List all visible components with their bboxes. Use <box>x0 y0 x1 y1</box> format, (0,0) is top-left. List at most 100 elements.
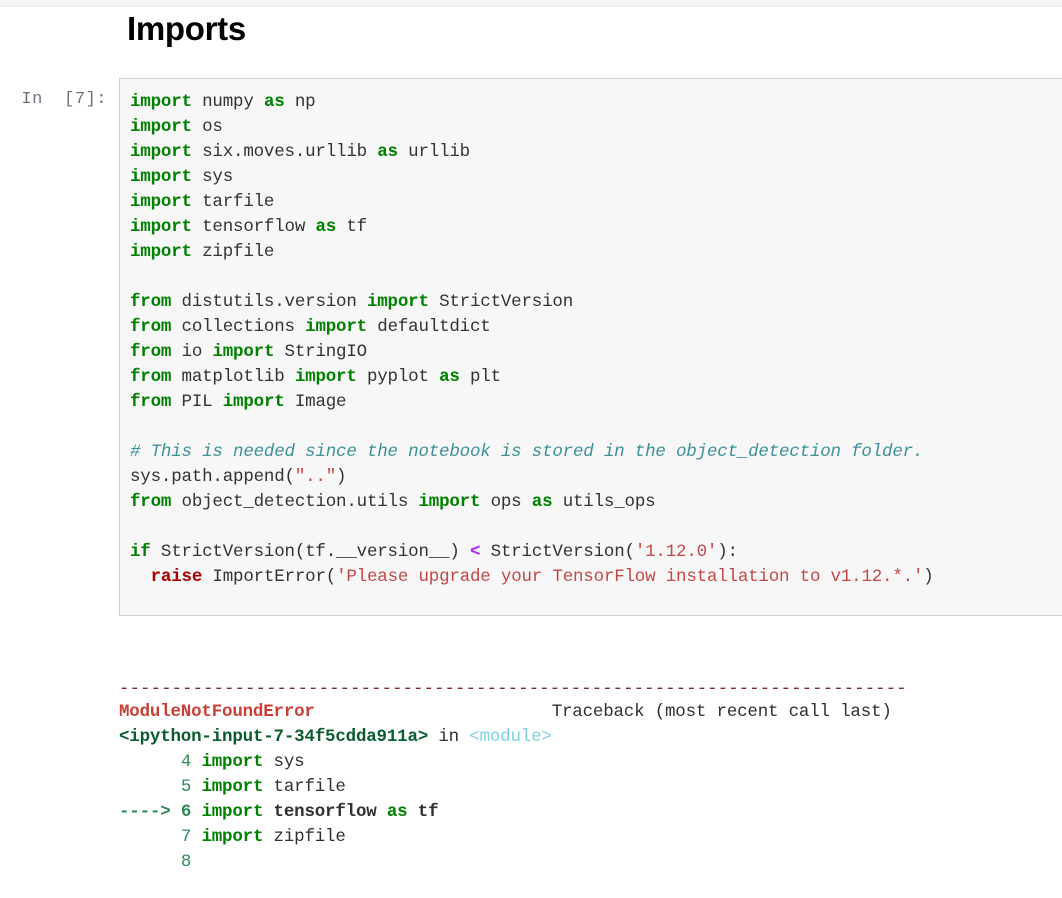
token-as: as <box>439 367 460 387</box>
token-from: from <box>130 317 172 337</box>
traceback-gap <box>191 777 201 797</box>
traceback-token-text: zipfile <box>263 827 346 847</box>
token-text: utils_ops <box>552 492 656 512</box>
token-from: from <box>130 392 172 412</box>
token-as: as <box>377 142 398 162</box>
token-text: distutils.version <box>171 292 367 312</box>
token-import: import <box>130 167 192 187</box>
token-operator: < <box>469 542 481 562</box>
token-string: '1.12.0' <box>634 542 718 562</box>
token-import: import <box>130 217 192 237</box>
token-import: import <box>305 317 367 337</box>
token-as: as <box>315 217 337 237</box>
traceback-file: <ipython-input-7-34f5cdda911a> <box>119 727 429 747</box>
traceback-rule: ----------------------------------------… <box>119 679 907 699</box>
token-text: pyplot <box>356 367 440 387</box>
traceback-token-import: import <box>201 802 264 822</box>
traceback-frame-lines: 4 import sys 5 import tarfile ----> 6 im… <box>119 752 439 872</box>
traceback-line-number: 6 <box>180 802 192 822</box>
code-editor-area[interactable]: import numpy as np import os import six.… <box>119 78 1062 616</box>
token-text: io <box>171 342 213 362</box>
traceback-current-arrow: ----> <box>119 802 181 822</box>
token-text: sys.path.append( <box>130 467 295 487</box>
traceback-frame-header: <ipython-input-7-34f5cdda911a> in <modul… <box>119 727 552 747</box>
token-import: import <box>130 242 192 262</box>
token-text: matplotlib <box>171 367 295 387</box>
token-text: np <box>284 92 316 112</box>
token-text: six.moves.urllib <box>191 142 378 162</box>
traceback-indent <box>119 852 181 872</box>
token-text: StringIO <box>274 342 368 362</box>
token-import: import <box>130 92 192 112</box>
token-text: defaultdict <box>366 317 491 337</box>
traceback-scope: <module> <box>469 727 552 747</box>
token-text: zipfile <box>191 242 275 262</box>
traceback-in-word: in <box>428 727 470 747</box>
token-comment: # This is needed since the notebook is s… <box>130 442 924 462</box>
traceback-token-as: as <box>386 802 408 822</box>
traceback-gap <box>191 752 201 772</box>
token-import: import <box>418 492 481 512</box>
traceback-token-import: import <box>201 752 264 772</box>
traceback-line-number: 4 <box>180 752 192 772</box>
token-from: from <box>130 342 172 362</box>
top-strip <box>0 0 1062 7</box>
token-raise: raise <box>150 567 203 587</box>
traceback-frame-line: 5 import tarfile <box>119 777 346 797</box>
token-import: import <box>130 192 192 212</box>
error-type-badge: ModuleNotFoundError <box>119 702 315 722</box>
traceback-line-number: 5 <box>180 777 192 797</box>
traceback-gap <box>191 827 201 847</box>
token-import: import <box>222 392 285 412</box>
token-text: sys <box>191 167 234 187</box>
token-text: ) <box>923 567 934 587</box>
token-text: tensorflow <box>191 217 316 237</box>
traceback-indent <box>119 777 181 797</box>
traceback-frame-line: 8 <box>119 852 192 872</box>
token-as: as <box>531 492 553 512</box>
token-text: numpy <box>191 92 264 112</box>
token-import: import <box>294 367 357 387</box>
token-import: import <box>212 342 275 362</box>
traceback-indent <box>119 827 181 847</box>
token-text: Image <box>284 392 347 412</box>
token-string: ".." <box>294 467 337 487</box>
token-from: from <box>130 367 172 387</box>
page-title: Imports <box>127 10 246 47</box>
traceback-token-import: import <box>201 777 264 797</box>
input-prompt-label: In [7]: <box>21 90 107 109</box>
traceback-header-row: ModuleNotFoundError Traceback (most rece… <box>119 702 892 722</box>
token-text: object_detection.utils <box>171 492 419 512</box>
traceback-gap <box>191 802 201 822</box>
token-text: ) <box>336 467 347 487</box>
token-text: ): <box>717 542 738 562</box>
token-if: if <box>130 542 151 562</box>
traceback-line-number: 8 <box>180 852 192 872</box>
token-import: import <box>366 292 429 312</box>
source-code[interactable]: import numpy as np import os import six.… <box>130 90 1056 590</box>
traceback-frame-line: 7 import zipfile <box>119 827 346 847</box>
token-text: collections <box>171 317 306 337</box>
traceback-token-text: tf <box>407 802 439 822</box>
traceback-label: Traceback (most recent call last) <box>551 702 892 722</box>
notebook-page: Imports In [7]: import numpy as np impor… <box>0 0 1062 898</box>
token-from: from <box>130 292 172 312</box>
token-text: StrictVersion(tf.__version__) <box>150 542 470 562</box>
cell-output-traceback: ----------------------------------------… <box>119 628 1062 898</box>
token-text: PIL <box>171 392 223 412</box>
token-import: import <box>130 142 192 162</box>
token-text: urllib <box>397 142 470 162</box>
token-text: plt <box>459 367 501 387</box>
token-as: as <box>263 92 285 112</box>
token-text: StrictVersion( <box>480 542 635 562</box>
token-text: tf <box>336 217 367 237</box>
token-text: ImportError( <box>202 567 337 587</box>
traceback-indent <box>119 752 181 772</box>
token-text: tarfile <box>191 192 275 212</box>
token-text: ops <box>480 492 532 512</box>
